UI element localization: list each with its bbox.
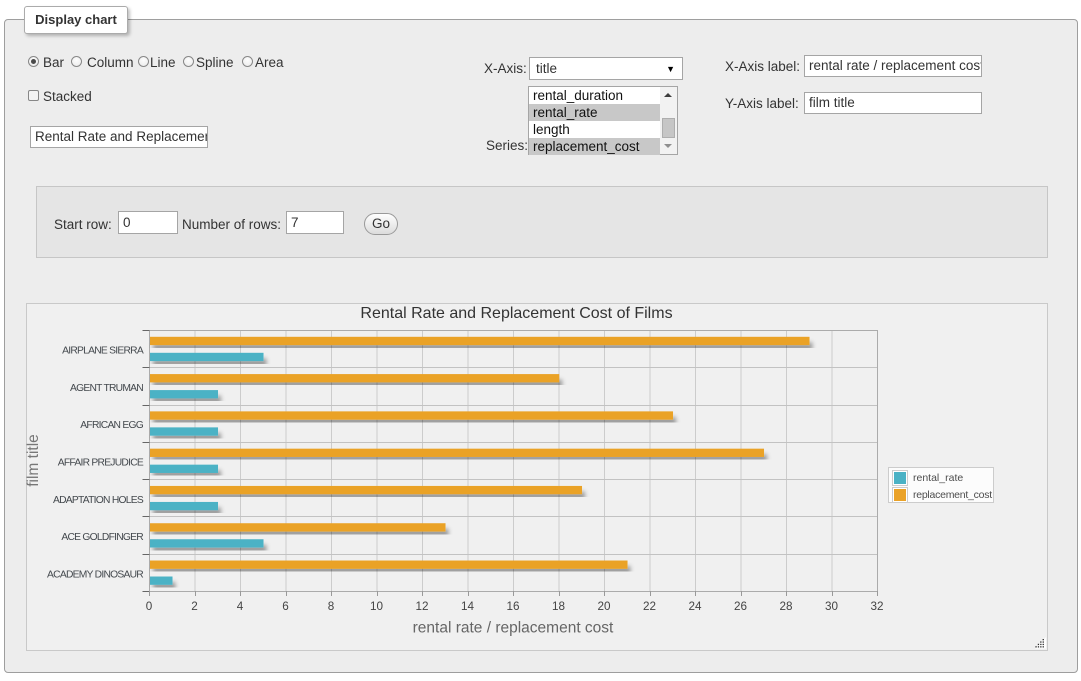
svg-text:AFFAIR PREJUDICE: AFFAIR PREJUDICE (58, 458, 144, 469)
svg-text:20: 20 (597, 600, 611, 613)
svg-text:2: 2 (191, 600, 198, 613)
svg-text:26: 26 (734, 600, 747, 613)
svg-text:replacement_cost: replacement_cost (913, 489, 992, 501)
svg-text:8: 8 (328, 600, 335, 613)
svg-text:14: 14 (461, 600, 475, 613)
svg-text:32: 32 (870, 600, 883, 613)
svg-text:ACE GOLDFINGER: ACE GOLDFINGER (61, 532, 143, 543)
svg-text:AFRICAN EGG: AFRICAN EGG (80, 420, 143, 431)
svg-text:10: 10 (370, 600, 384, 613)
svg-text:rental_rate: rental_rate (913, 472, 963, 484)
svg-text:18: 18 (552, 600, 565, 613)
svg-text:30: 30 (825, 600, 839, 613)
svg-text:4: 4 (237, 600, 244, 613)
svg-text:16: 16 (506, 600, 519, 613)
svg-text:28: 28 (779, 600, 792, 613)
svg-text:ACADEMY DINOSAUR: ACADEMY DINOSAUR (47, 569, 143, 580)
svg-text:0: 0 (146, 600, 153, 613)
svg-text:24: 24 (688, 600, 702, 613)
svg-text:AGENT TRUMAN: AGENT TRUMAN (70, 383, 143, 394)
svg-text:rental rate / replacement cost: rental rate / replacement cost (413, 620, 614, 637)
svg-text:12: 12 (415, 600, 428, 613)
svg-text:6: 6 (282, 600, 289, 613)
svg-text:22: 22 (643, 600, 656, 613)
svg-text:AIRPLANE SIERRA: AIRPLANE SIERRA (62, 346, 144, 357)
svg-text:film title: film title (26, 434, 42, 487)
svg-text:ADAPTATION HOLES: ADAPTATION HOLES (53, 495, 144, 506)
